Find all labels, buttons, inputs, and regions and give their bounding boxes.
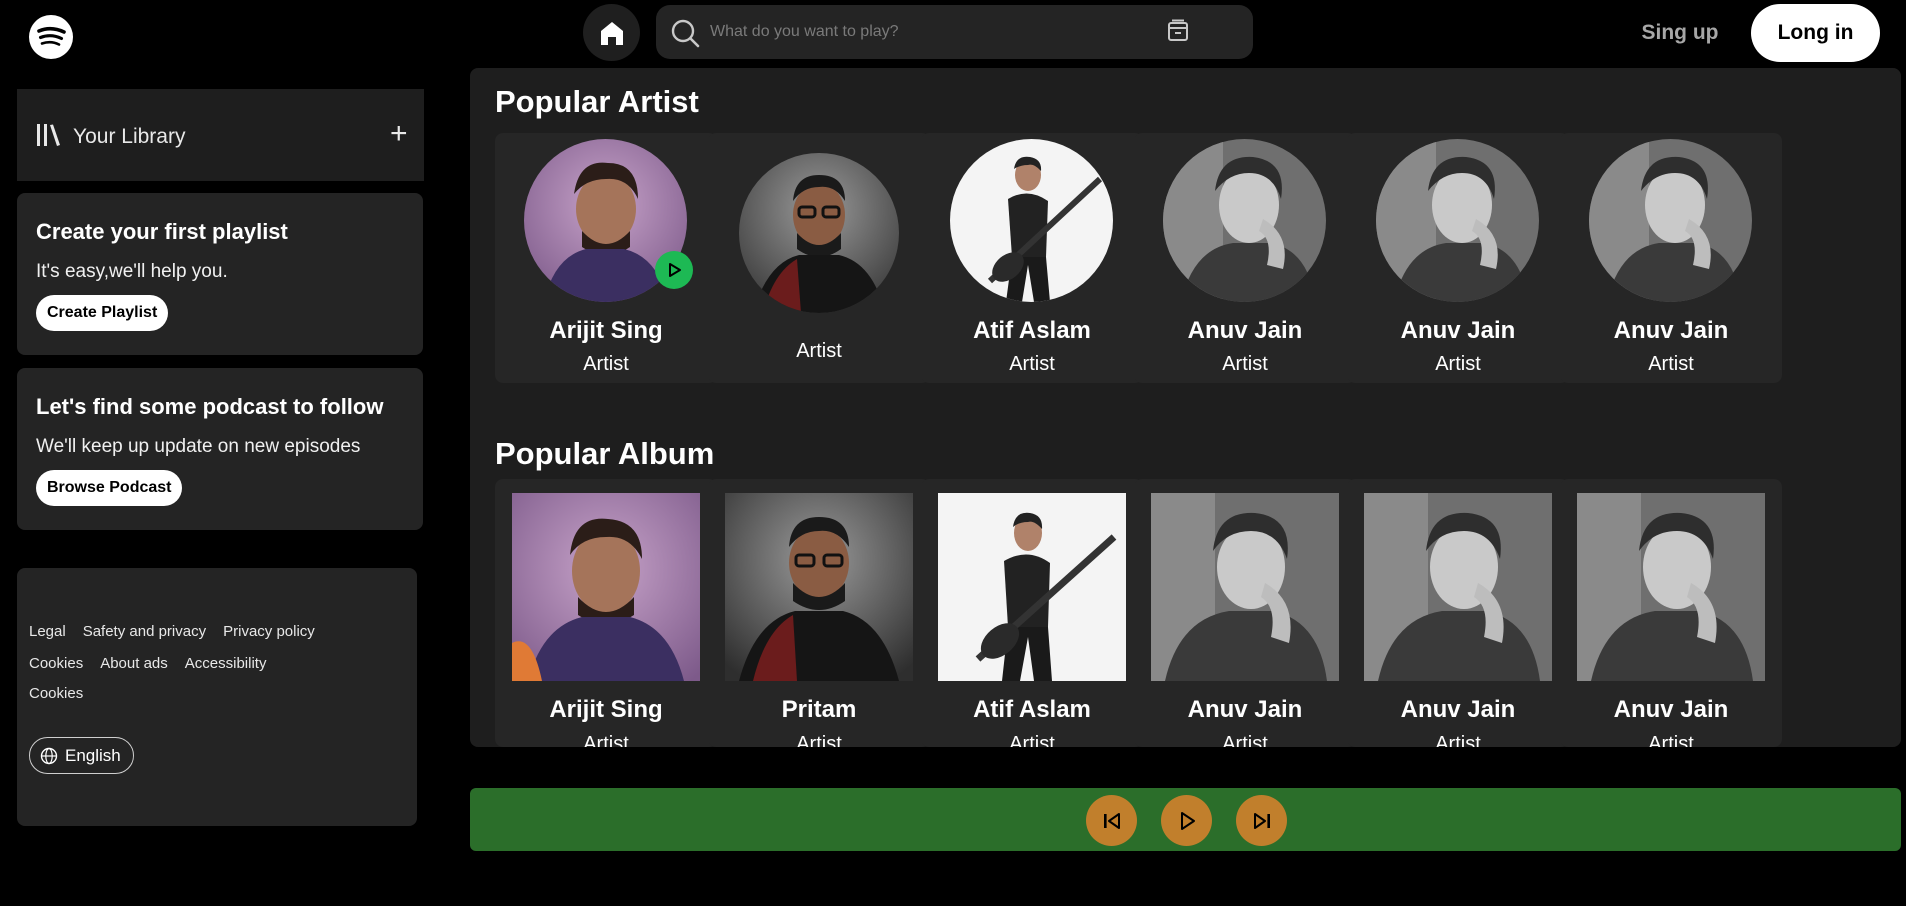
artist-card[interactable]: Anuv Jain Artist <box>1347 133 1569 383</box>
artist-photo <box>739 153 899 313</box>
footer-link-privacy[interactable]: Privacy policy <box>223 623 315 640</box>
album-cover <box>1577 493 1765 681</box>
album-name: Pritam <box>781 696 857 723</box>
artist-photo <box>1376 139 1539 302</box>
artist-photo <box>1163 139 1326 302</box>
album-card[interactable]: Pritam Artist <box>708 479 930 747</box>
artist-name: Arijit Sing <box>549 317 663 344</box>
home-button[interactable] <box>583 4 640 61</box>
card-title: Create your first playlist <box>36 219 288 244</box>
artist-card[interactable]: Anuv Jain Artist <box>1134 133 1356 383</box>
previous-button[interactable] <box>1086 795 1137 846</box>
skip-back-icon <box>1103 812 1120 829</box>
album-name: Atif Aslam <box>973 696 1091 723</box>
spotify-logo[interactable] <box>29 15 73 59</box>
card-subtitle: We'll keep up update on new episodes <box>36 436 361 457</box>
footer-link-cookies-2[interactable]: Cookies <box>29 685 83 702</box>
artist-photo <box>1589 139 1752 302</box>
album-card[interactable]: Anuv Jain Artist <box>1560 479 1782 747</box>
library-panel: Your Library + <box>17 89 424 181</box>
artist-card[interactable]: Arijit Sing Artist <box>495 133 717 383</box>
album-card[interactable]: Atif Aslam Artist <box>921 479 1143 747</box>
play-button[interactable] <box>655 251 693 289</box>
section-title-popular-album: Popular Album <box>495 436 715 471</box>
album-name: Arijit Sing <box>549 696 663 723</box>
artist-name: Anuv Jain <box>1613 317 1729 344</box>
artist-role: Artist <box>1009 353 1055 375</box>
language-button[interactable]: English <box>29 737 134 774</box>
player-bar <box>470 788 1901 851</box>
album-cover <box>1151 493 1339 681</box>
main-content: Popular Artist Arijit Sing Artist Artist… <box>470 68 1901 747</box>
create-playlist-button[interactable]: Create Playlist <box>36 295 169 331</box>
footer-link-cookies[interactable]: Cookies <box>29 655 83 672</box>
album-name: Anuv Jain <box>1613 696 1729 723</box>
card-title: Let's find some podcast to follow <box>36 394 384 419</box>
artist-name: Atif Aslam <box>973 317 1091 344</box>
skip-forward-icon <box>1253 812 1270 829</box>
library-icon[interactable] <box>36 123 62 147</box>
login-button[interactable]: Long in <box>1751 4 1880 62</box>
signup-link[interactable]: Sing up <box>1630 18 1730 48</box>
album-cover <box>938 493 1126 681</box>
album-role: Artist <box>583 733 629 747</box>
artist-role: Artist <box>1222 353 1268 375</box>
album-role: Artist <box>1009 733 1055 747</box>
artist-card[interactable]: Atif Aslam Artist <box>921 133 1143 383</box>
section-title-popular-artist: Popular Artist <box>495 84 699 119</box>
artist-role: Artist <box>796 340 842 362</box>
search-bar[interactable] <box>656 5 1253 59</box>
album-cover <box>512 493 700 681</box>
album-card[interactable]: Arijit Sing Artist <box>495 479 717 747</box>
artist-role: Artist <box>1435 353 1481 375</box>
album-name: Anuv Jain <box>1400 696 1516 723</box>
home-icon <box>600 21 623 45</box>
play-button[interactable] <box>1161 795 1212 846</box>
album-card[interactable]: Anuv Jain Artist <box>1134 479 1356 747</box>
footer-link-legal[interactable]: Legal <box>29 623 66 640</box>
artist-card[interactable]: Artist <box>708 133 930 383</box>
globe-icon <box>40 747 58 764</box>
artist-name: Anuv Jain <box>1187 317 1303 344</box>
album-role: Artist <box>796 733 842 747</box>
album-role: Artist <box>1648 733 1694 747</box>
album-name: Anuv Jain <box>1187 696 1303 723</box>
add-library-button[interactable]: + <box>390 119 408 149</box>
album-role: Artist <box>1435 733 1481 747</box>
library-label[interactable]: Your Library <box>73 125 185 149</box>
footer-link-about-ads[interactable]: About ads <box>100 655 168 672</box>
language-label: English <box>65 745 121 765</box>
next-button[interactable] <box>1236 795 1287 846</box>
search-input[interactable] <box>710 17 1130 47</box>
artist-name: Anuv Jain <box>1400 317 1516 344</box>
artist-role: Artist <box>583 353 629 375</box>
card-subtitle: It's easy,we'll help you. <box>36 261 228 282</box>
browse-podcast-button[interactable]: Browse Podcast <box>36 470 183 506</box>
footer-link-accessibility[interactable]: Accessibility <box>185 655 267 672</box>
album-cover <box>725 493 913 681</box>
podcast-card: Let's find some podcast to follow We'll … <box>17 368 423 530</box>
artist-photo <box>950 139 1113 302</box>
album-cover <box>1364 493 1552 681</box>
browse-icon[interactable] <box>1166 19 1190 43</box>
album-role: Artist <box>1222 733 1268 747</box>
create-playlist-card: Create your first playlist It's easy,we'… <box>17 193 423 355</box>
sidebar-footer: Legal Safety and privacy Privacy policy … <box>17 568 417 826</box>
artist-role: Artist <box>1648 353 1694 375</box>
search-icon <box>671 19 700 48</box>
album-card[interactable]: Anuv Jain Artist <box>1347 479 1569 747</box>
play-icon <box>669 263 681 277</box>
play-icon <box>1180 811 1195 830</box>
artist-card[interactable]: Anuv Jain Artist <box>1560 133 1782 383</box>
footer-link-safety[interactable]: Safety and privacy <box>83 623 206 640</box>
